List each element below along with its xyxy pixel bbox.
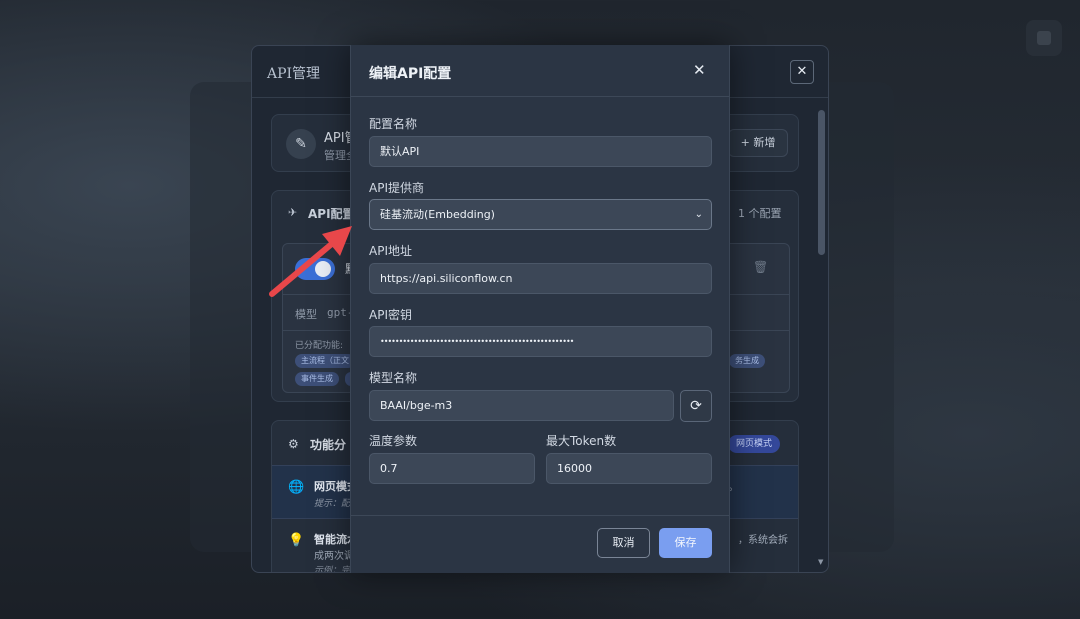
- api-url-input[interactable]: https://api.siliconflow.cn: [369, 263, 712, 294]
- cancel-button[interactable]: 取消: [597, 528, 650, 558]
- dialog-header: 编辑API配置 ✕: [351, 45, 729, 97]
- max-tokens-label: 最大Token数: [546, 434, 617, 448]
- bulb-icon: 💡: [288, 533, 305, 548]
- api-url-label: API地址: [369, 244, 412, 258]
- mode-badge: 网页模式: [728, 435, 781, 453]
- smart-pipeline-right-text: ，系统会拆: [738, 535, 788, 546]
- config-count: 1 个配置: [738, 207, 782, 220]
- trash-icon[interactable]: 🗑: [753, 260, 768, 274]
- dialog-footer-divider: [351, 515, 729, 516]
- add-config-button[interactable]: + 新增: [728, 129, 788, 157]
- api-manager-scrollbar[interactable]: [818, 110, 825, 255]
- config-name-input[interactable]: 默认API: [369, 136, 712, 167]
- provider-select[interactable]: 硅基流动(Embedding) ⌄: [369, 199, 712, 230]
- model-label: 模型: [295, 308, 317, 321]
- edit-api-config-dialog: 编辑API配置 ✕ 配置名称 默认API API提供商 硅基流动(Embeddi…: [350, 45, 730, 573]
- globe-icon: 🌐: [288, 480, 305, 495]
- temperature-label: 温度参数: [369, 434, 418, 448]
- scroll-down-arrow-icon[interactable]: ▼: [818, 558, 823, 566]
- function-tag: 务生成: [729, 354, 765, 368]
- model-name-label: 模型名称: [369, 371, 418, 385]
- temperature-input[interactable]: 0.7: [369, 453, 535, 484]
- api-key-label: API密钥: [369, 308, 412, 322]
- provider-selected-value: 硅基流动(Embedding): [380, 208, 495, 221]
- api-key-input[interactable]: ••••••••••••••••••••••••••••••••••••••••…: [369, 326, 712, 357]
- max-tokens-input[interactable]: 16000: [546, 453, 712, 484]
- dialog-close-button[interactable]: ✕: [693, 61, 706, 79]
- gear-icon: ⚙: [288, 437, 299, 451]
- web-mode-hint: 提示：配: [314, 499, 351, 509]
- refresh-models-button[interactable]: ⟳: [680, 390, 712, 422]
- api-manager-title: API管理: [267, 66, 321, 82]
- chevron-down-icon: ⌄: [694, 209, 703, 220]
- annotation-arrow-icon: [269, 226, 352, 297]
- function-tag: 主流程（正文: [295, 354, 355, 368]
- refresh-icon: ⟳: [690, 398, 702, 414]
- smart-pipeline-subtitle: 成两次调: [314, 551, 354, 562]
- provider-label: API提供商: [369, 181, 424, 195]
- config-name-label: 配置名称: [369, 117, 418, 131]
- plug-icon: ✎: [286, 129, 316, 159]
- model-name-input[interactable]: BAAI/bge-m3: [369, 390, 674, 421]
- background-corner-button: [1026, 20, 1062, 56]
- function-tag: 事件生成: [295, 372, 339, 386]
- assigned-functions-label: 已分配功能:: [295, 341, 344, 351]
- dialog-title: 编辑API配置: [369, 66, 452, 82]
- close-icon: ✕: [796, 64, 808, 79]
- save-button[interactable]: 保存: [659, 528, 712, 558]
- function-section-title: 功能分: [310, 438, 347, 452]
- api-manager-close-button[interactable]: ✕: [790, 60, 814, 84]
